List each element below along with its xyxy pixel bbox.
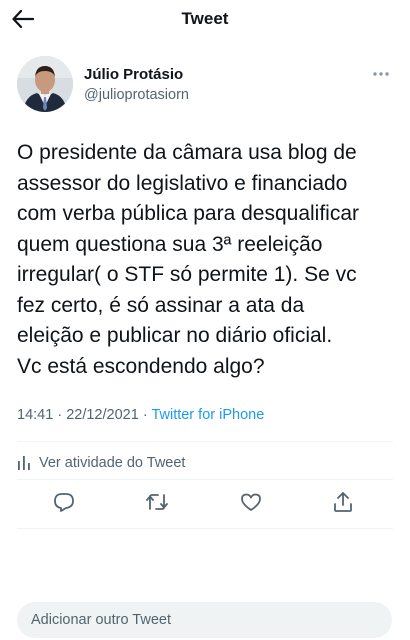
- page-title: Tweet: [181, 9, 229, 28]
- more-options-button[interactable]: [370, 66, 392, 82]
- heart-icon: [241, 493, 261, 511]
- divider: [17, 479, 393, 480]
- tweet-text: O presidente da câmara usa blog de asses…: [17, 141, 360, 378]
- meta-separator: ·: [57, 407, 63, 423]
- avatar[interactable]: [17, 56, 73, 112]
- reply-button[interactable]: [48, 486, 80, 518]
- author-handle[interactable]: @julioprotasiorn: [84, 87, 189, 103]
- like-button[interactable]: [235, 486, 267, 518]
- divider: [17, 441, 393, 442]
- top-bar: Tweet: [0, 0, 410, 40]
- divider: [17, 528, 393, 529]
- share-upload-icon: [334, 492, 352, 512]
- meta-separator: ·: [142, 407, 148, 423]
- tweet-date: 22/12/2021: [66, 407, 139, 423]
- reply-input[interactable]: Adicionar outro Tweet: [17, 602, 392, 638]
- share-button[interactable]: [327, 486, 359, 518]
- activity-label: Ver atividade do Tweet: [39, 455, 186, 471]
- tweet-detail-screen: Tweet Júlio Protásio @julioprotasiorn O …: [0, 0, 410, 640]
- tweet-meta: 14:41 · 22/12/2021 · Twitter for iPhone: [17, 407, 264, 423]
- bar-chart-icon: [18, 456, 30, 470]
- retweet-button[interactable]: [141, 486, 173, 518]
- more-dots-icon: [373, 72, 389, 76]
- reply-placeholder: Adicionar outro Tweet: [31, 612, 171, 628]
- tweet-time: 14:41: [17, 407, 54, 423]
- profile-photo: [17, 56, 73, 112]
- retweet-arrows-icon: [146, 494, 168, 510]
- speech-bubble-icon: [54, 493, 74, 512]
- tweet-activity-link[interactable]: Ver atividade do Tweet: [17, 453, 185, 473]
- tweet-source-link[interactable]: Twitter for iPhone: [151, 407, 264, 423]
- author-name[interactable]: Júlio Protásio: [84, 66, 183, 83]
- action-bar: [0, 486, 410, 518]
